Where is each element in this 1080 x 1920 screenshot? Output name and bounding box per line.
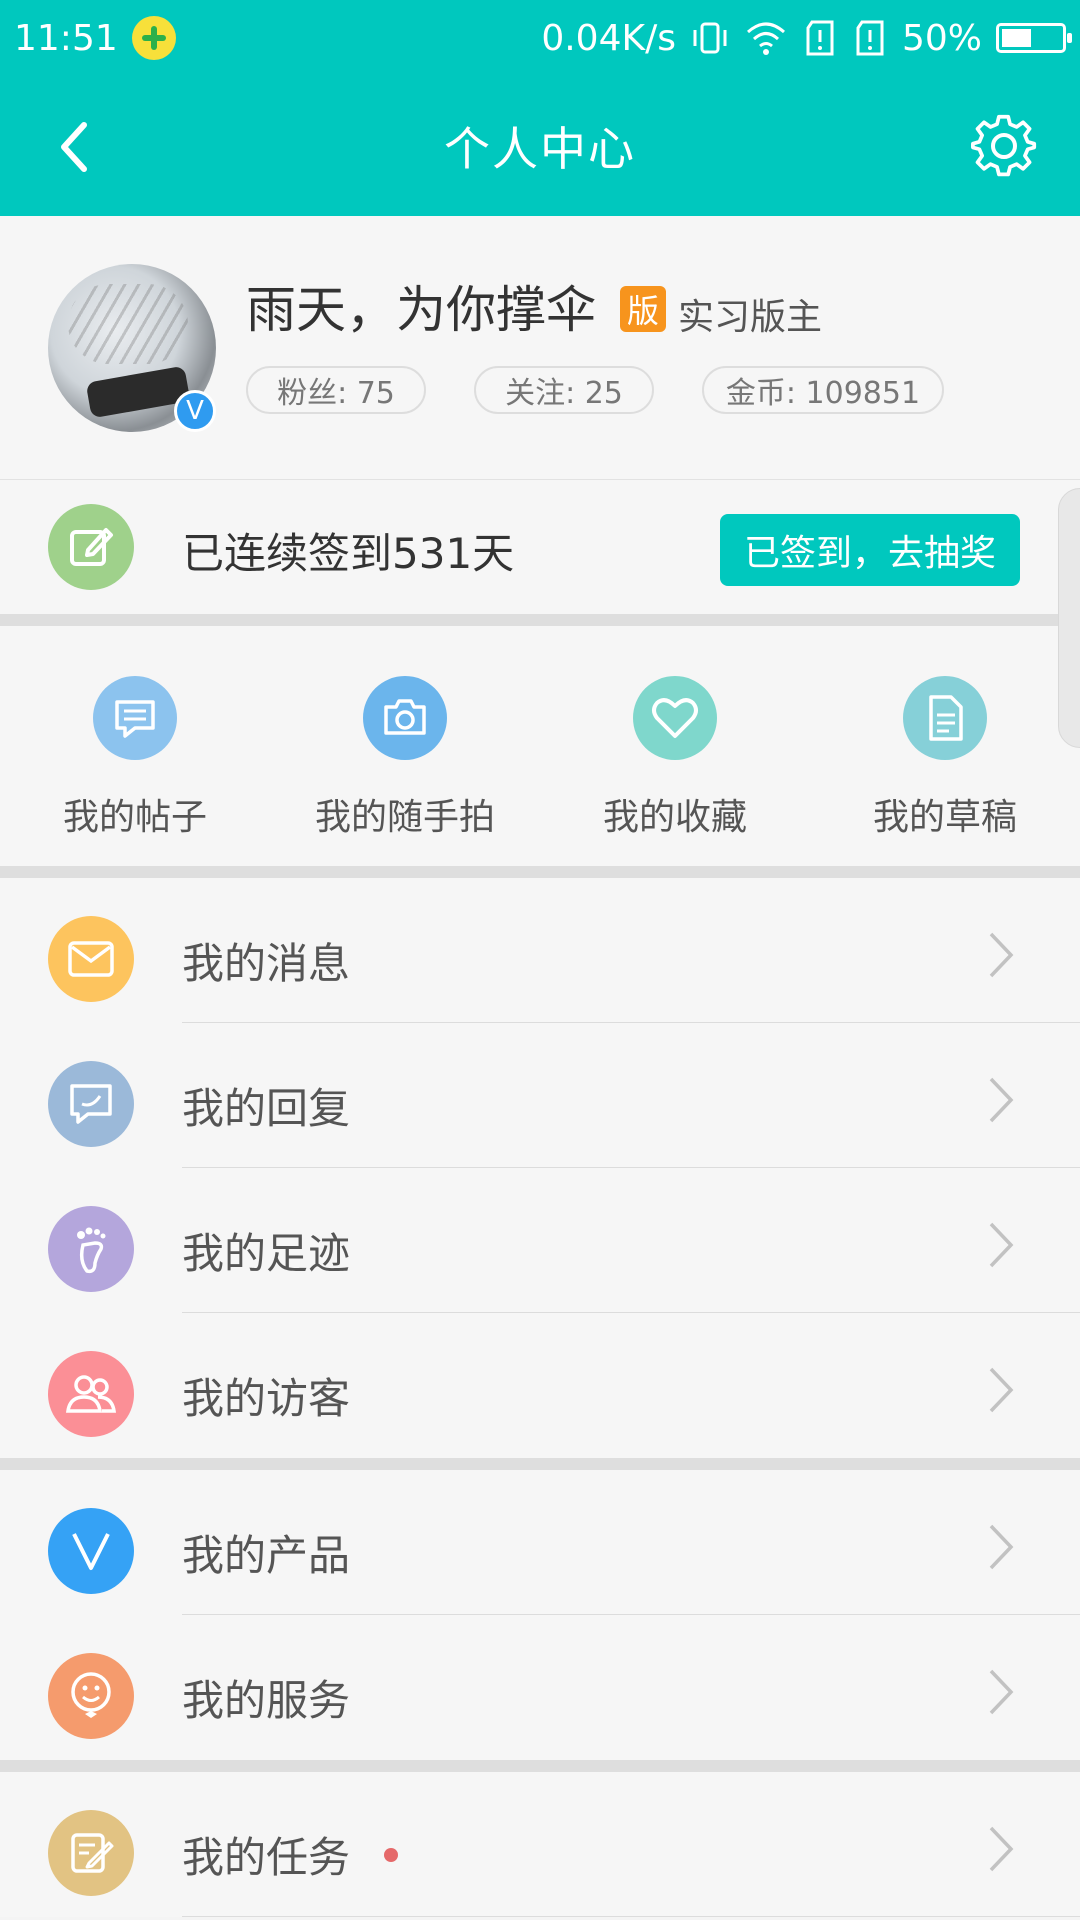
menu-item-label: 我的产品 bbox=[182, 1531, 351, 1580]
shortcut-drafts[interactable]: 我的草稿 bbox=[810, 626, 1080, 866]
section-divider bbox=[0, 1458, 1080, 1470]
chevron-right-icon bbox=[980, 1075, 1020, 1125]
vibrate-icon bbox=[690, 18, 730, 58]
post-icon bbox=[93, 676, 177, 760]
fans-pill[interactable]: 粉丝: 75 bbox=[246, 366, 426, 414]
shortcut-label: 我的帖子 bbox=[62, 797, 207, 838]
network-speed: 0.04K/s bbox=[541, 17, 676, 59]
menu-group-products: 我的产品 我的服务 bbox=[0, 1470, 1080, 1760]
sim1-icon bbox=[802, 18, 838, 58]
visitors-icon bbox=[48, 1351, 134, 1437]
verified-badge: V bbox=[174, 390, 216, 432]
menu-item-messages[interactable]: 我的消息 bbox=[0, 878, 1080, 1023]
sim2-icon bbox=[852, 18, 888, 58]
menu-item-label: 我的足迹 bbox=[182, 1229, 351, 1278]
app-notification-icon bbox=[131, 16, 176, 60]
menu-group-activity: 我的消息 我的回复 我的足迹 我的访客 bbox=[0, 878, 1080, 1458]
heart-icon bbox=[633, 676, 717, 760]
settings-button[interactable] bbox=[964, 106, 1044, 186]
menu-item-footprints[interactable]: 我的足迹 bbox=[0, 1168, 1080, 1313]
profile-card: V 雨天，为你撑伞 版 实习版主 粉丝: 75 关注: 25 金币: 10985… bbox=[0, 216, 1080, 480]
section-divider bbox=[0, 614, 1080, 626]
shortcut-favorites[interactable]: 我的收藏 bbox=[540, 626, 810, 866]
menu-item-tasks[interactable]: 我的任务 bbox=[0, 1772, 1080, 1917]
status-bar: 11:51 0.04K/s 50% bbox=[0, 0, 1080, 76]
menu-item-services[interactable]: 我的服务 bbox=[0, 1615, 1080, 1760]
draft-icon bbox=[903, 676, 987, 760]
menu-group-tasks: 我的任务 bbox=[0, 1772, 1080, 1917]
camera-icon bbox=[363, 676, 447, 760]
username: 雨天，为你撑伞 bbox=[246, 281, 596, 339]
moderator-title: 实习版主 bbox=[678, 297, 823, 338]
footprint-icon bbox=[48, 1206, 134, 1292]
menu-item-replies[interactable]: 我的回复 bbox=[0, 1023, 1080, 1168]
chevron-right-icon bbox=[980, 1365, 1020, 1415]
menu-item-products[interactable]: 我的产品 bbox=[0, 1470, 1080, 1615]
menu-item-label: 我的服务 bbox=[182, 1676, 351, 1725]
moderator-badge: 版 bbox=[620, 286, 666, 332]
row-separator bbox=[182, 1916, 1080, 1917]
battery-percent: 50% bbox=[901, 17, 982, 59]
chevron-right-icon bbox=[980, 930, 1020, 980]
menu-item-visitors[interactable]: 我的访客 bbox=[0, 1313, 1080, 1458]
avatar-texture bbox=[68, 284, 188, 364]
section-divider bbox=[0, 1760, 1080, 1772]
chevron-right-icon bbox=[980, 1522, 1020, 1572]
page-title: 个人中心 bbox=[444, 122, 636, 176]
smile-icon bbox=[48, 1653, 134, 1739]
menu-item-label: 我的访客 bbox=[182, 1374, 351, 1423]
chevron-left-icon bbox=[61, 122, 87, 172]
section-divider bbox=[0, 866, 1080, 878]
shortcut-label: 我的随手拍 bbox=[314, 797, 495, 838]
envelope-icon bbox=[48, 916, 134, 1002]
notification-dot bbox=[384, 1848, 398, 1862]
chevron-right-icon bbox=[980, 1220, 1020, 1270]
lottery-button[interactable]: 已签到，去抽奖 bbox=[720, 514, 1020, 586]
chevron-right-icon bbox=[980, 1667, 1020, 1717]
task-icon bbox=[48, 1810, 134, 1896]
app-bar: 个人中心 bbox=[0, 76, 1080, 216]
product-v-icon bbox=[48, 1508, 134, 1594]
menu-item-label: 我的任务 bbox=[182, 1833, 351, 1882]
shortcut-posts[interactable]: 我的帖子 bbox=[0, 626, 270, 866]
shortcut-label: 我的草稿 bbox=[872, 797, 1017, 838]
checkin-row: 已连续签到531天 已签到，去抽奖 bbox=[0, 480, 1080, 614]
menu-item-label: 我的回复 bbox=[182, 1084, 351, 1133]
shortcut-grid: 我的帖子 我的随手拍 我的收藏 我的草稿 bbox=[0, 626, 1080, 866]
battery-level bbox=[1002, 29, 1031, 47]
menu-item-label: 我的消息 bbox=[182, 939, 351, 988]
coins-pill[interactable]: 金币: 109851 bbox=[702, 366, 944, 414]
back-button[interactable] bbox=[44, 112, 104, 182]
gear-icon bbox=[971, 114, 1037, 177]
status-time: 11:51 bbox=[14, 17, 118, 59]
shortcut-snapshots[interactable]: 我的随手拍 bbox=[270, 626, 540, 866]
reply-icon bbox=[48, 1061, 134, 1147]
edge-swipe-handle[interactable] bbox=[1058, 488, 1080, 748]
edit-note-icon bbox=[48, 504, 134, 590]
shortcut-label: 我的收藏 bbox=[602, 797, 747, 838]
checkin-streak: 已连续签到531天 bbox=[182, 529, 515, 578]
following-pill[interactable]: 关注: 25 bbox=[474, 366, 654, 414]
wifi-icon bbox=[744, 18, 788, 58]
battery-icon bbox=[996, 23, 1072, 53]
chevron-right-icon bbox=[980, 1824, 1020, 1874]
